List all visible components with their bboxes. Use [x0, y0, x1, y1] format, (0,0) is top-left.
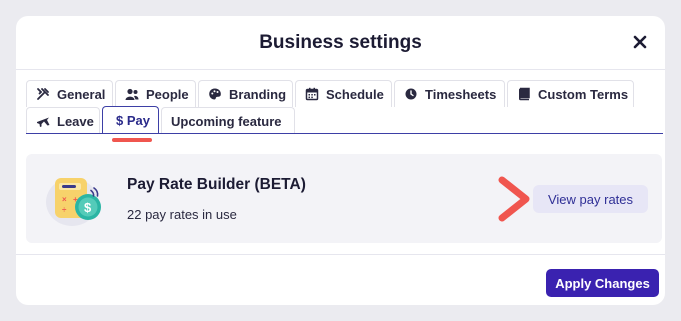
view-pay-rates-button[interactable]: View pay rates: [533, 185, 648, 213]
calendar-icon: [305, 87, 319, 101]
svg-text:×: ×: [62, 195, 67, 204]
tab-general[interactable]: General: [26, 80, 113, 107]
tab-leave[interactable]: Leave: [26, 107, 100, 134]
tab-upcoming-feature[interactable]: Upcoming feature: [161, 107, 295, 134]
pay-rate-builder-card: × + ÷ $ Pay Rate Builder (BETA) 22 pay r…: [26, 154, 662, 243]
modal-header: Business settings: [16, 16, 665, 70]
clock-icon: [404, 87, 418, 101]
pay-tab-annotation-underline: [112, 138, 152, 142]
tools-icon: [36, 87, 50, 101]
tab-label: Upcoming feature: [171, 113, 282, 129]
tab-label: General: [57, 86, 106, 102]
tab-label: Branding: [229, 86, 287, 102]
book-icon: [517, 87, 531, 101]
tab-schedule[interactable]: Schedule: [295, 80, 392, 107]
svg-text:$: $: [84, 200, 92, 215]
calculator-coin-icon: × + ÷ $: [46, 178, 101, 226]
tab-label: People: [146, 86, 189, 102]
pay-rates-count: 22 pay rates in use: [127, 207, 237, 222]
palette-icon: [208, 87, 222, 101]
apply-changes-button[interactable]: Apply Changes: [546, 269, 659, 297]
tab-branding[interactable]: Branding: [198, 80, 293, 107]
tab-label: Schedule: [326, 86, 384, 102]
tab-label: Custom Terms: [538, 86, 629, 102]
plane-icon: [36, 114, 50, 128]
tab-timesheets[interactable]: Timesheets: [394, 80, 505, 107]
tab-bar-divider: [26, 133, 663, 134]
tab-label: Leave: [57, 113, 94, 129]
people-icon: [125, 87, 139, 101]
business-settings-modal: Business settings General People Brandin…: [16, 16, 665, 305]
tab-people[interactable]: People: [115, 80, 196, 107]
modal-title: Business settings: [259, 32, 422, 53]
tab-label: $ Pay: [116, 113, 150, 128]
footer-divider: [16, 254, 665, 255]
svg-text:÷: ÷: [62, 205, 67, 214]
tab-label: Timesheets: [425, 86, 497, 102]
close-icon[interactable]: [631, 33, 649, 51]
tab-pay[interactable]: $ Pay: [102, 106, 159, 134]
tab-custom-terms[interactable]: Custom Terms: [507, 80, 634, 107]
arrow-annotation-icon: [498, 176, 530, 222]
card-title: Pay Rate Builder (BETA): [127, 176, 306, 193]
